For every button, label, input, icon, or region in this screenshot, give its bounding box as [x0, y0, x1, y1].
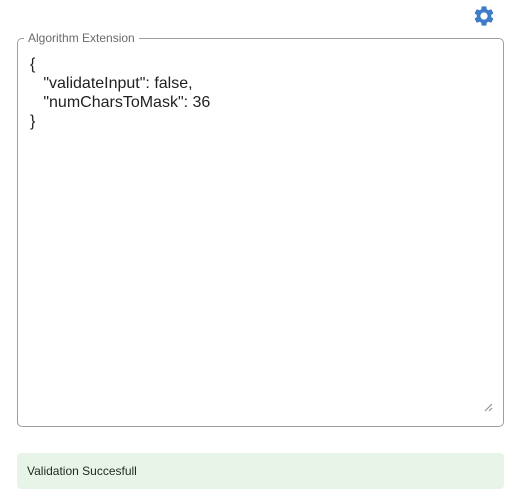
- field-label: Algorithm Extension: [24, 31, 139, 45]
- validation-status-message: Validation Succesfull: [27, 464, 137, 478]
- validation-status-alert: Validation Succesfull: [17, 453, 504, 489]
- page: Algorithm Extension { "validateInput": f…: [0, 0, 527, 500]
- algorithm-extension-field: Algorithm Extension { "validateInput": f…: [17, 31, 504, 427]
- resize-handle-icon[interactable]: [483, 402, 493, 412]
- algorithm-extension-textarea[interactable]: { "validateInput": false, "numCharsToMas…: [30, 55, 491, 410]
- settings-button[interactable]: [470, 2, 498, 30]
- gear-icon: [474, 6, 494, 26]
